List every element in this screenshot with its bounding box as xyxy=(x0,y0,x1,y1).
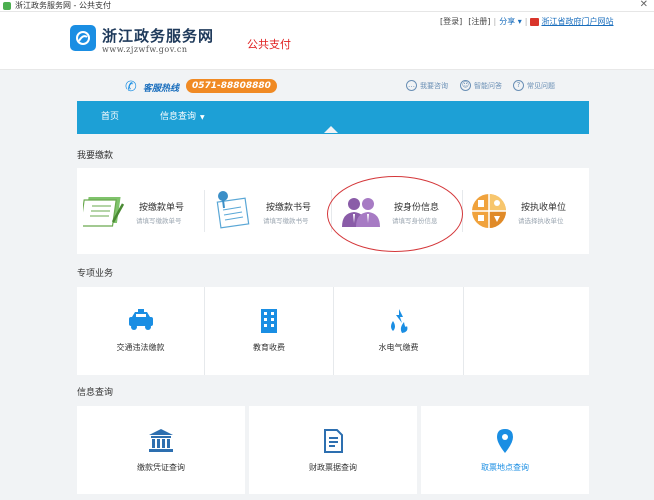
link-separator: | xyxy=(524,17,528,26)
site-header: 浙江政务服务网 www.zjzwfw.gov.cn 公共支付 [登录] [注册]… xyxy=(0,12,654,70)
top-links: [登录] [注册] | 分享 ▾ | 浙江省政府门户网站 xyxy=(440,16,613,27)
info-label: 缴款凭证查询 xyxy=(137,463,185,472)
pay-card-subtitle: 请填写缴款单号 xyxy=(136,217,182,225)
main-nav: 首页 信息查询 ▼ xyxy=(77,101,589,134)
faq-link[interactable]: ? 常见问题 xyxy=(513,80,555,91)
smart-qa-label: 智能问答 xyxy=(474,81,502,90)
nav-info-query-label: 信息查询 xyxy=(160,112,197,122)
empty-service-card xyxy=(464,287,589,375)
consult-label: 我要咨询 xyxy=(420,81,448,90)
pay-by-bill-number-card[interactable]: 按缴款单号 请填写缴款单号 xyxy=(77,168,204,254)
special-section-title: 专项业务 xyxy=(77,269,114,279)
info-card-row: 缴款凭证查询 财政票据查询 取票地点查询 xyxy=(77,406,589,494)
portal-link[interactable]: 浙江省政府门户网站 xyxy=(541,16,613,27)
education-fee-card[interactable]: 教育收费 xyxy=(205,287,334,375)
link-separator: | xyxy=(493,17,497,26)
question-icon: ? xyxy=(513,80,524,91)
traffic-fine-card[interactable]: 交通违法缴款 xyxy=(77,287,205,375)
nav-info-query[interactable]: 信息查询 ▼ xyxy=(160,109,205,122)
fiscal-receipt-query-card[interactable]: 财政票据查询 xyxy=(249,406,417,494)
robot-icon: ☺ xyxy=(460,80,471,91)
chevron-down-icon: ▾ xyxy=(515,17,522,26)
window-title: 浙江政务服务网 - 公共支付 xyxy=(15,1,111,10)
chat-icon: … xyxy=(406,80,417,91)
app-icon xyxy=(3,1,11,10)
nav-home[interactable]: 首页 xyxy=(101,109,119,122)
receipt-icon xyxy=(324,429,343,453)
building-pie-icon xyxy=(472,194,506,228)
payment-voucher-query-card[interactable]: 缴款凭证查询 xyxy=(77,406,245,494)
pay-by-book-number-card[interactable]: 按缴款书号 请填写缴款书号 xyxy=(205,168,331,254)
form-icon xyxy=(83,197,125,227)
pay-section-title: 我要缴款 xyxy=(77,151,114,161)
bank-icon xyxy=(149,429,173,452)
share-link[interactable]: 分享 ▾ xyxy=(499,16,522,27)
caret-down-icon: ▼ xyxy=(200,114,205,121)
service-label: 水电气缴费 xyxy=(378,343,419,352)
close-icon[interactable]: ✕ xyxy=(640,0,648,10)
pickup-location-query-card[interactable]: 取票地点查询 xyxy=(421,406,589,494)
site-domain: www.zjzwfw.gov.cn xyxy=(102,45,188,54)
site-name: 浙江政务服务网 xyxy=(102,27,215,45)
pay-card-subtitle: 请填写缴款书号 xyxy=(263,217,309,225)
section-title: 公共支付 xyxy=(247,38,291,51)
service-label: 教育收费 xyxy=(253,343,285,352)
school-building-icon xyxy=(261,309,277,333)
pay-card-title: 按缴款单号 xyxy=(139,203,185,213)
info-section-title: 信息查询 xyxy=(77,388,114,398)
login-link[interactable]: [登录] xyxy=(440,16,462,27)
location-pin-icon xyxy=(497,429,513,453)
service-label: 交通违法缴款 xyxy=(116,343,165,352)
site-logo[interactable] xyxy=(70,25,96,51)
smart-qa-link[interactable]: ☺ 智能问答 xyxy=(460,80,502,91)
consult-link[interactable]: … 我要咨询 xyxy=(406,80,448,91)
police-car-icon xyxy=(128,309,153,330)
share-label: 分享 xyxy=(499,17,516,26)
nav-pointer-icon xyxy=(324,126,338,133)
hotline-bar xyxy=(0,71,654,101)
logo-mark-icon xyxy=(76,31,90,45)
register-link[interactable]: [注册] xyxy=(468,16,490,27)
utilities-icon xyxy=(390,309,407,333)
window-titlebar: 浙江政务服务网 - 公共支付 ✕ xyxy=(0,0,654,12)
gov-emblem-icon xyxy=(530,17,540,26)
info-label: 财政票据查询 xyxy=(309,463,357,472)
faq-label: 常见问题 xyxy=(527,81,555,90)
hotline-label: 客服热线 xyxy=(143,84,180,94)
info-label: 取票地点查询 xyxy=(481,463,529,472)
utilities-fee-card[interactable]: 水电气缴费 xyxy=(334,287,464,375)
highlight-annotation xyxy=(327,176,463,252)
hotline-number: 0571-88808880 xyxy=(186,79,277,93)
pay-by-unit-card[interactable]: 按执收单位 请选择执收单位 xyxy=(463,168,589,254)
pay-card-title: 按缴款书号 xyxy=(266,203,312,213)
pay-card-subtitle: 请选择执收单位 xyxy=(518,217,564,225)
phone-icon: ✆ xyxy=(125,79,137,95)
pay-card-title: 按执收单位 xyxy=(521,203,567,213)
document-pin-icon xyxy=(216,191,250,229)
special-card-row: 交通违法缴款 教育收费 水电气缴费 xyxy=(77,287,589,375)
